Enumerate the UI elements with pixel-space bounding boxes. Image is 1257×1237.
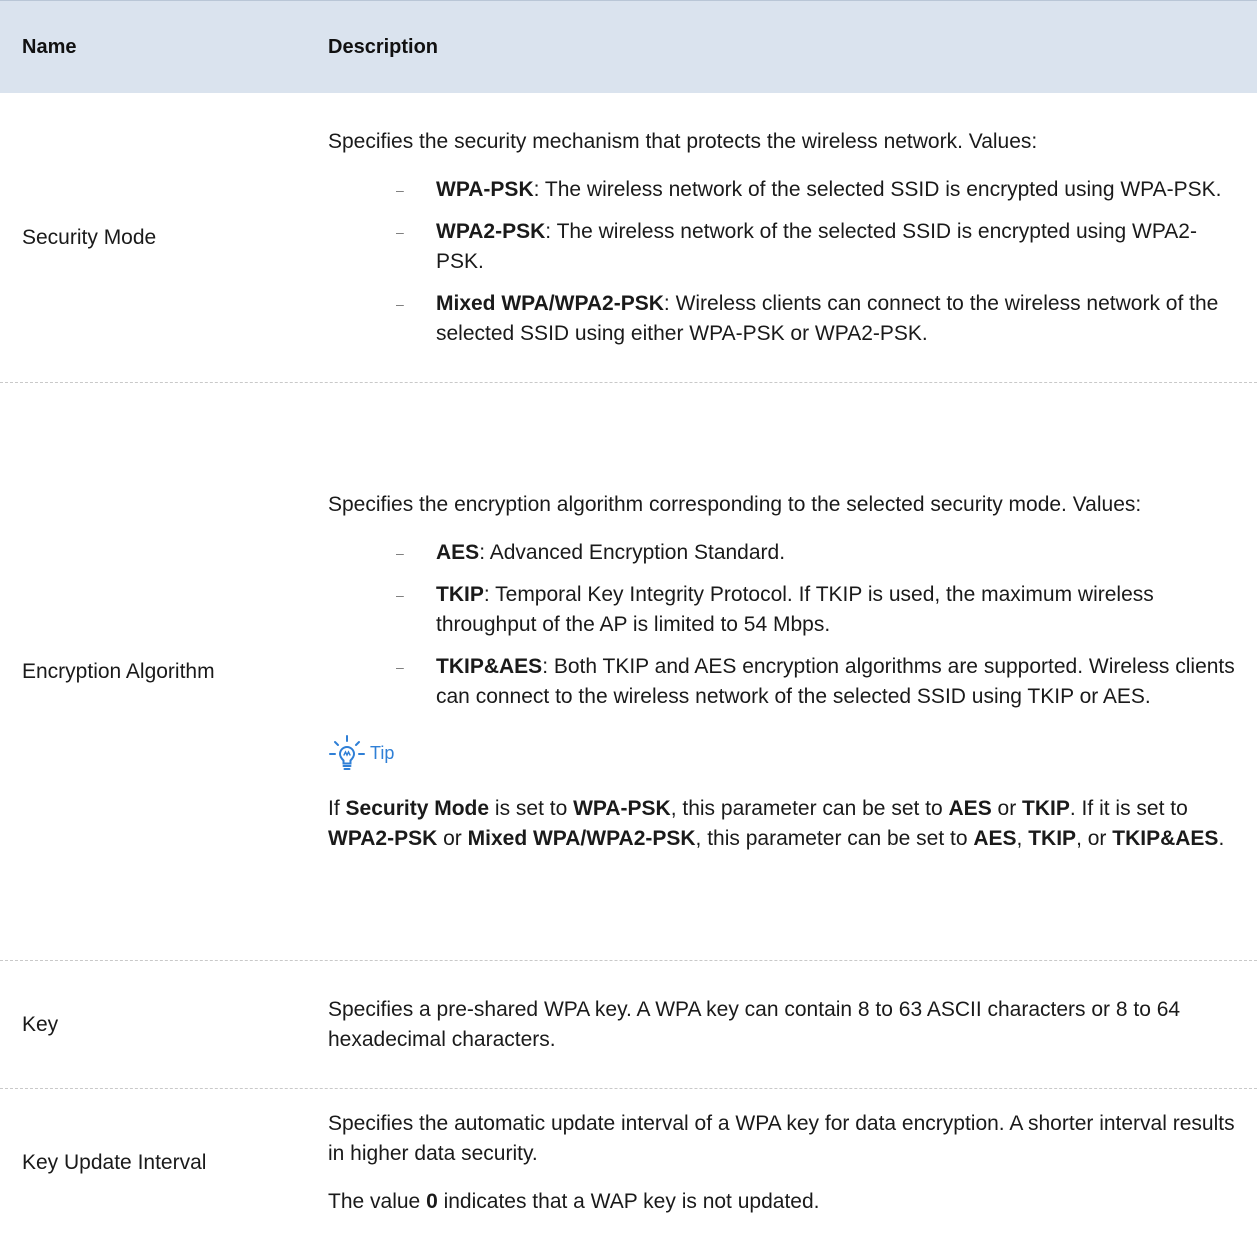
value-text: : Advanced Encryption Standard. (479, 540, 786, 564)
table-row-encryption-algorithm: Encryption Algorithm Specifies the encry… (0, 383, 1257, 961)
param-description: Specifies the encryption algorithm corre… (328, 490, 1257, 854)
dash-bullet-icon: – (396, 223, 404, 240)
tip-label: Tip (370, 742, 395, 763)
dash-bullet-icon: – (396, 544, 404, 561)
parameter-table: Name Description Security Mode Specifies… (0, 0, 1257, 1237)
table-row-security-mode: Security Mode Specifies the security mec… (0, 93, 1257, 383)
value-term: Mixed WPA/WPA2-PSK (436, 291, 664, 315)
param-description: Specifies the security mechanism that pr… (328, 127, 1257, 349)
value-text: : Both TKIP and AES encryption algorithm… (436, 654, 1235, 708)
list-item: – WPA2-PSK: The wireless network of the s… (328, 217, 1237, 277)
param-description: Specifies a pre-shared WPA key. A WPA ke… (328, 995, 1257, 1055)
list-item: – Mixed WPA/WPA2-PSK: Wireless clients ca… (328, 289, 1237, 349)
lightbulb-icon (328, 734, 366, 772)
dash-bullet-icon: – (396, 181, 404, 198)
description-text: Specifies a pre-shared WPA key. A WPA ke… (328, 997, 1181, 1051)
table-row-key: Key Specifies a pre-shared WPA key. A WP… (0, 961, 1257, 1089)
description-note: The value 0 indicates that a WAP key is … (328, 1190, 820, 1213)
value-term: WPA-PSK (436, 177, 534, 201)
value-text: : The wireless network of the selected S… (533, 177, 1222, 201)
value-term: AES (436, 540, 480, 564)
param-name: Key (22, 1012, 59, 1036)
table-row-key-update-interval: Key Update Interval Specifies the automa… (0, 1089, 1257, 1237)
values-list: – AES: Advanced Encryption Standard. – TKI… (328, 538, 1237, 712)
table-header: Name Description (0, 0, 1257, 93)
param-name: Encryption Algorithm (22, 659, 215, 683)
dash-bullet-icon: – (396, 586, 404, 603)
dash-bullet-icon: – (396, 295, 404, 312)
list-item: – TKIP: Temporal Key Integrity Protocol. … (328, 580, 1237, 640)
param-name: Security Mode (22, 225, 157, 249)
value-term: TKIP (436, 582, 484, 606)
description-intro: Specifies the security mechanism that pr… (328, 129, 1038, 153)
value-text: : Temporal Key Integrity Protocol. If TK… (436, 582, 1154, 636)
value-text: : The wireless network of the selected S… (436, 219, 1197, 273)
value-term: TKIP&AES (436, 654, 543, 678)
value-term: WPA2-PSK (436, 219, 546, 243)
list-item: – TKIP&AES: Both TKIP and AES encryption … (328, 652, 1237, 712)
header-description: Description (328, 35, 439, 58)
tip-callout: Tip (328, 734, 1237, 772)
list-item: – AES: Advanced Encryption Standard. (328, 538, 1237, 568)
param-description: Specifies the automatic update interval … (328, 1109, 1257, 1217)
description-text: Specifies the automatic update interval … (328, 1112, 1235, 1165)
list-item: – WPA-PSK: The wireless network of the se… (328, 175, 1237, 205)
tip-text: If Security Mode is set to WPA-PSK, this… (328, 796, 1225, 850)
values-list: – WPA-PSK: The wireless network of the se… (328, 175, 1237, 349)
dash-bullet-icon: – (396, 658, 404, 675)
header-name: Name (22, 35, 77, 58)
param-name: Key Update Interval (22, 1151, 207, 1174)
description-intro: Specifies the encryption algorithm corre… (328, 492, 1142, 516)
